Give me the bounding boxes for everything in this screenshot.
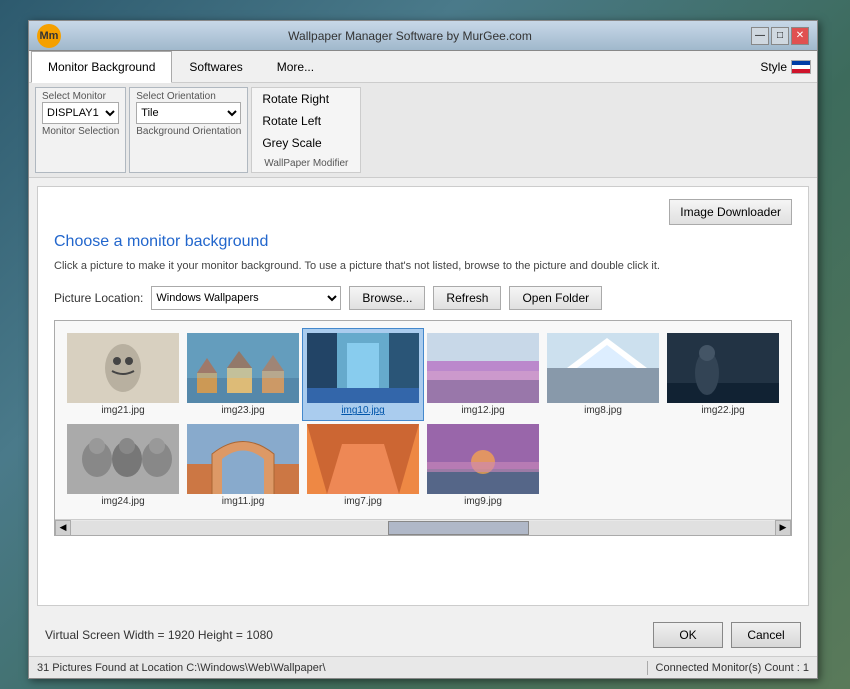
content-description: Click a picture to make it your monitor … — [54, 259, 792, 274]
picture-location-label: Picture Location: — [54, 291, 143, 305]
image-filename: img10.jpg — [307, 405, 419, 416]
title-bar: Mm Wallpaper Manager Software by MurGee.… — [29, 21, 817, 51]
status-bar: 31 Pictures Found at Location C:\Windows… — [29, 656, 817, 678]
status-right: Connected Monitor(s) Count : 1 — [656, 662, 809, 674]
image-item[interactable]: img24.jpg — [63, 420, 183, 511]
image-item[interactable]: img11.jpg — [183, 420, 303, 511]
cancel-button[interactable]: Cancel — [731, 622, 801, 648]
image-thumbnail — [307, 333, 419, 403]
image-item[interactable]: img23.jpg — [183, 329, 303, 420]
image-thumbnail — [67, 424, 179, 494]
menu-bar: Monitor Background Softwares More... Sty… — [29, 51, 817, 83]
image-thumbnail — [667, 333, 779, 403]
scroll-thumb[interactable] — [388, 521, 529, 535]
image-item[interactable]: img8.jpg — [543, 329, 663, 420]
close-button[interactable]: ✕ — [791, 27, 809, 45]
image-item[interactable]: img9.jpg — [423, 420, 543, 511]
toolbar: Select Monitor DISPLAY1 Monitor Selectio… — [29, 83, 817, 178]
scroll-track — [71, 521, 775, 535]
tab-monitor-background[interactable]: Monitor Background — [31, 51, 172, 83]
scroll-right-button[interactable]: ▶ — [775, 520, 791, 536]
image-item[interactable]: img22.jpg — [663, 329, 783, 420]
background-orientation-label: Background Orientation — [136, 126, 241, 137]
app-logo: Mm — [37, 24, 61, 48]
image-thumbnail — [67, 333, 179, 403]
image-grid-container: img21.jpg img23.jpg — [54, 320, 792, 536]
status-divider — [647, 661, 648, 675]
maximize-button[interactable]: □ — [771, 27, 789, 45]
image-thumbnail — [187, 424, 299, 494]
picture-location-select[interactable]: Windows Wallpapers — [151, 286, 341, 310]
picture-location-row: Picture Location: Windows Wallpapers Bro… — [54, 286, 792, 310]
image-downloader-button[interactable]: Image Downloader — [669, 199, 792, 225]
orientation-section: Select Orientation Tile Center Stretch F… — [129, 87, 248, 173]
minimize-button[interactable]: — — [751, 27, 769, 45]
bottom-row: Virtual Screen Width = 1920 Height = 108… — [29, 614, 817, 656]
tab-more[interactable]: More... — [260, 51, 331, 82]
image-filename: img11.jpg — [187, 496, 299, 507]
image-item[interactable]: img21.jpg — [63, 329, 183, 420]
window-title: Wallpaper Manager Software by MurGee.com — [69, 29, 751, 43]
orientation-select[interactable]: Tile Center Stretch Fit Fill — [136, 102, 241, 124]
image-item[interactable]: img10.jpg — [303, 329, 423, 420]
image-grid: img21.jpg img23.jpg — [55, 321, 791, 519]
image-thumbnail — [547, 333, 659, 403]
image-thumbnail — [307, 424, 419, 494]
image-filename: img21.jpg — [67, 405, 179, 416]
virtual-screen-info: Virtual Screen Width = 1920 Height = 108… — [45, 628, 273, 642]
wallpaper-modifier-section: Rotate Right Rotate Left Grey Scale Wall… — [251, 87, 361, 173]
image-filename: img22.jpg — [667, 405, 779, 416]
rotate-right-item[interactable]: Rotate Right — [252, 88, 360, 110]
image-filename: img8.jpg — [547, 405, 659, 416]
monitor-selection-label: Monitor Selection — [42, 126, 119, 137]
open-folder-button[interactable]: Open Folder — [509, 286, 602, 310]
bottom-buttons: OK Cancel — [653, 622, 801, 648]
image-item[interactable]: img12.jpg — [423, 329, 543, 420]
image-filename: img12.jpg — [427, 405, 539, 416]
scrollbar: ◀ ▶ — [55, 519, 791, 535]
content-title: Choose a monitor background — [54, 233, 792, 251]
grey-scale-item[interactable]: Grey Scale — [252, 132, 360, 154]
browse-button[interactable]: Browse... — [349, 286, 425, 310]
content-area: Image Downloader Choose a monitor backgr… — [37, 186, 809, 606]
main-window: Mm Wallpaper Manager Software by MurGee.… — [28, 20, 818, 679]
tab-softwares[interactable]: Softwares — [172, 51, 259, 82]
style-label: Style — [760, 60, 787, 74]
refresh-button[interactable]: Refresh — [433, 286, 501, 310]
style-area: Style — [760, 51, 815, 82]
wallpaper-modifier-label: WallPaper Modifier — [252, 156, 360, 172]
image-item[interactable]: img7.jpg — [303, 420, 423, 511]
image-filename: img23.jpg — [187, 405, 299, 416]
rotate-left-item[interactable]: Rotate Left — [252, 110, 360, 132]
image-filename: img24.jpg — [67, 496, 179, 507]
scroll-left-button[interactable]: ◀ — [55, 520, 71, 536]
image-filename: img9.jpg — [427, 496, 539, 507]
window-controls: — □ ✕ — [751, 27, 809, 45]
orientation-select-label: Select Orientation — [136, 91, 241, 102]
image-filename: img7.jpg — [307, 496, 419, 507]
monitor-select[interactable]: DISPLAY1 — [42, 102, 119, 124]
image-thumbnail — [427, 424, 539, 494]
style-flag — [791, 60, 811, 74]
monitor-select-label: Select Monitor — [42, 91, 119, 102]
ok-button[interactable]: OK — [653, 622, 723, 648]
image-thumbnail — [187, 333, 299, 403]
image-thumbnail — [427, 333, 539, 403]
status-left: 31 Pictures Found at Location C:\Windows… — [37, 662, 639, 674]
monitor-selection-section: Select Monitor DISPLAY1 Monitor Selectio… — [35, 87, 126, 173]
